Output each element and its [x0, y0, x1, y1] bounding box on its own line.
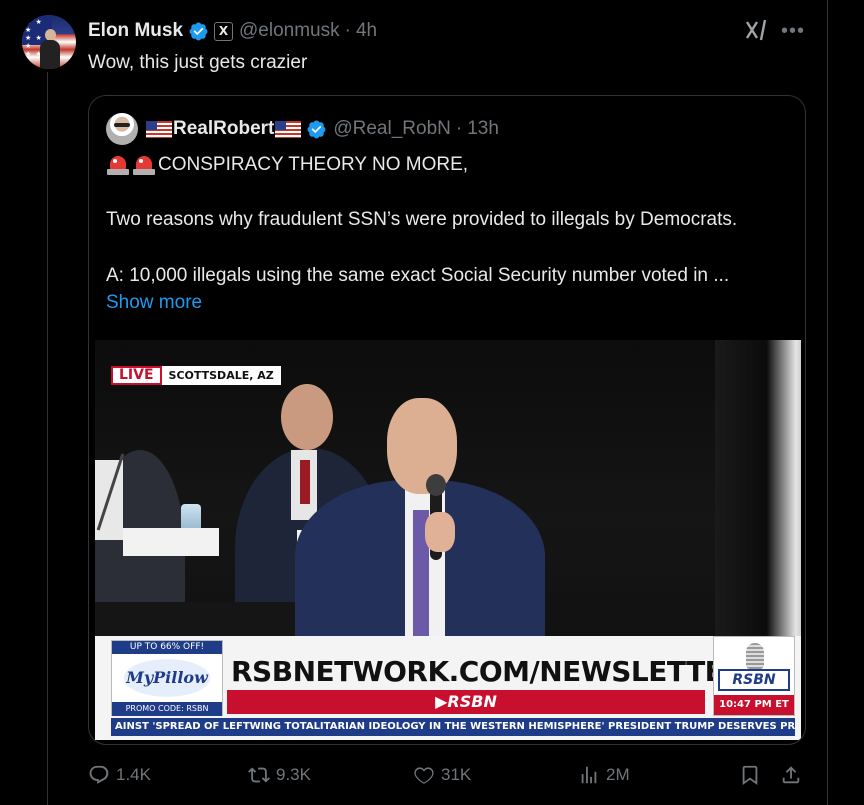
quoted-author-avatar[interactable] — [106, 113, 138, 145]
nameplate — [123, 528, 219, 556]
author-avatar[interactable]: ★ ★ ★ ★ ★ ★ ★ ★ ★ — [22, 15, 76, 69]
video-player[interactable]: LIVE SCOTTSDALE, AZ UP TO 66% OFF! MyPil… — [95, 340, 801, 740]
repost-count: 9.3K — [276, 765, 311, 784]
view-count: 2M — [606, 765, 630, 784]
more-options-icon[interactable]: ••• — [781, 20, 805, 42]
like-count: 31K — [441, 765, 472, 784]
repost-icon — [248, 767, 270, 783]
views-chart-icon — [581, 766, 597, 784]
us-flag-icon — [275, 120, 302, 138]
heart-icon — [414, 767, 434, 784]
author-name[interactable]: Elon Musk — [88, 20, 183, 42]
verified-badge-icon — [189, 22, 208, 40]
mypillow-logo: MyPillow — [112, 654, 222, 702]
grok-icon[interactable] — [744, 17, 770, 43]
column-divider — [827, 0, 828, 805]
news-ticker: AINST 'SPREAD OF LEFTWING TOTALITARIAN I… — [111, 718, 795, 736]
microphone-icon — [746, 643, 764, 669]
live-tag: LIVE SCOTTSDALE, AZ — [111, 366, 281, 385]
reply-count: 1.4K — [116, 765, 151, 784]
tweet-timestamp[interactable]: 4h — [356, 20, 377, 42]
separator-dot: · — [344, 20, 351, 41]
x-affiliate-badge-icon: X — [214, 21, 234, 41]
author-handle[interactable]: @elonmusk — [239, 20, 340, 42]
thread-line — [47, 72, 48, 805]
separator-dot: · — [455, 118, 463, 139]
action-bar: 1.4K 9.3K 31K 2M — [88, 758, 808, 792]
quoted-tweet[interactable]: RealRobert @Real_RobN · 13h CONSPIRACY T… — [88, 95, 806, 745]
rsbn-logo: RSBN 10:47 PM ET — [713, 636, 795, 716]
verified-badge-icon — [307, 120, 326, 138]
quoted-text-line1: CONSPIRACY THEORY NO MORE, — [106, 153, 468, 177]
quoted-text-line2: Two reasons why fraudulent SSN’s were pr… — [106, 209, 738, 230]
repost-button[interactable]: 9.3K — [248, 758, 311, 792]
share-icon — [782, 766, 800, 784]
quoted-text-line3: A: 10,000 illegals using the same exact … — [106, 265, 730, 286]
mypillow-ad: UP TO 66% OFF! MyPillow PROMO CODE: RSBN — [111, 640, 223, 716]
tweet-header: Elon Musk X @elonmusk · 4h — [88, 18, 377, 44]
newsletter-headline: RSBNETWORK.COM/NEWSLETTER — [231, 655, 745, 688]
broadcast-clock: 10:47 PM ET — [714, 695, 794, 715]
quoted-text-headline: CONSPIRACY THEORY NO MORE, — [158, 154, 469, 175]
bookmark-icon — [742, 765, 758, 786]
live-label: LIVE — [111, 366, 162, 385]
share-button[interactable] — [780, 758, 808, 792]
siren-icon — [106, 153, 130, 177]
show-more-link[interactable]: Show more — [106, 292, 202, 314]
location-label: SCOTTSDALE, AZ — [161, 366, 281, 385]
quoted-tweet-timestamp[interactable]: 13h — [467, 118, 499, 140]
quoted-author-name[interactable]: RealRobert — [173, 118, 274, 140]
us-flag-icon — [146, 120, 172, 138]
quoted-author-handle[interactable]: @Real_RobN — [333, 118, 451, 140]
views-button[interactable]: 2M — [578, 758, 630, 792]
siren-icon — [132, 153, 156, 177]
reply-button[interactable]: 1.4K — [88, 758, 151, 792]
bookmark-button[interactable] — [739, 758, 767, 792]
quoted-tweet-header: RealRobert @Real_RobN · 13h — [146, 116, 499, 142]
reply-icon — [89, 765, 109, 784]
like-button[interactable]: 31K — [413, 758, 471, 792]
rsbn-bar: ▶RSBN — [227, 690, 705, 714]
tweet-text: Wow, this just gets crazier — [88, 52, 308, 73]
